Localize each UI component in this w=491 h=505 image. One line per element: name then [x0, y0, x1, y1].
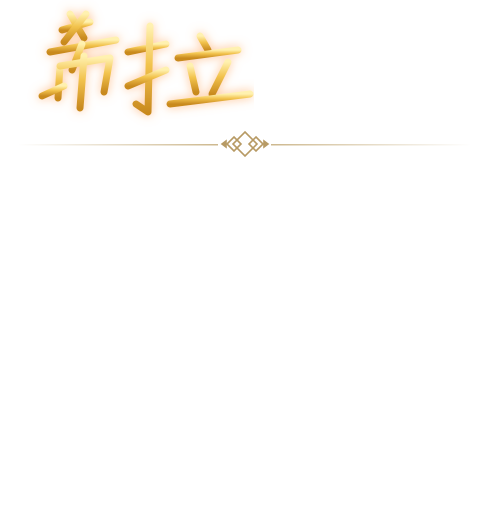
- content-area: [0, 165, 491, 505]
- character-name-title: 希拉: [24, 0, 254, 140]
- diamond-ornament-icon: [18, 130, 471, 158]
- section-divider: [0, 124, 491, 164]
- calligraphy-title-icon: [38, 10, 254, 116]
